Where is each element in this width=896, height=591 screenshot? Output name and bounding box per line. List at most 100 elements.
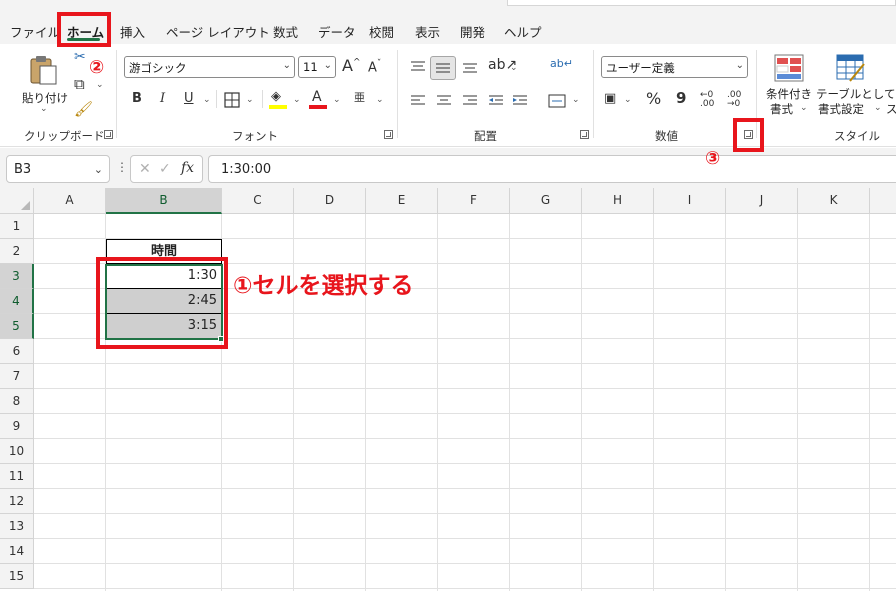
select-all-button[interactable]: [0, 188, 34, 214]
row-header-13[interactable]: 13: [0, 514, 34, 539]
row-header-15[interactable]: 15: [0, 564, 34, 589]
cell-styles-button[interactable]: ス: [886, 101, 896, 117]
font-name-select[interactable]: 游ゴシック ⌄: [124, 56, 295, 78]
chevron-down-icon[interactable]: ⌄: [203, 95, 211, 105]
column-header-d[interactable]: D: [294, 188, 366, 214]
chevron-down-icon[interactable]: ⌄: [246, 95, 254, 105]
conditional-formatting-button[interactable]: 条件付き 書式 ⌄: [764, 52, 814, 116]
align-left-icon[interactable]: [410, 94, 426, 108]
column-header-k[interactable]: K: [798, 188, 870, 214]
comma-style-button[interactable]: 9: [676, 91, 686, 106]
column-header-g[interactable]: G: [510, 188, 582, 214]
italic-button[interactable]: I: [160, 92, 165, 105]
cell-b2-header[interactable]: 時間: [106, 239, 222, 264]
tab-help[interactable]: ヘルプ: [504, 22, 542, 41]
row-header-6[interactable]: 6: [0, 339, 34, 364]
column-header-h[interactable]: H: [582, 188, 654, 214]
wrap-text-icon[interactable]: ab↵: [550, 58, 573, 69]
chevron-down-icon[interactable]: ⌄: [333, 95, 341, 105]
search-box[interactable]: [507, 0, 896, 6]
column-header-f[interactable]: F: [438, 188, 510, 214]
percent-style-button[interactable]: %: [646, 91, 661, 107]
copy-icon[interactable]: ⧉: [74, 77, 85, 92]
format-as-table-button[interactable]: テーブルとして 書式設定 ⌄: [816, 52, 895, 116]
row-header-4[interactable]: 4: [0, 289, 34, 314]
bold-button[interactable]: B: [132, 92, 142, 105]
number-format-dialog-launcher[interactable]: [744, 130, 753, 139]
phonetic-guide-icon[interactable]: 亜: [354, 92, 365, 103]
column-header-i[interactable]: I: [654, 188, 726, 214]
fill-color-button[interactable]: ◈: [268, 90, 290, 110]
gridline: [34, 513, 896, 514]
accounting-format-icon[interactable]: ▣: [604, 92, 616, 105]
step-1-label: ①セルを選択する: [233, 273, 414, 299]
font-dialog-launcher[interactable]: [384, 130, 393, 139]
insert-function-button[interactable]: fx: [181, 160, 194, 176]
gridline: [34, 538, 896, 539]
row-header-10[interactable]: 10: [0, 439, 34, 464]
font-size-value: 11: [303, 60, 318, 74]
tab-review[interactable]: 校閲: [369, 22, 394, 41]
enter-icon[interactable]: ✓: [159, 161, 171, 177]
chevron-down-icon[interactable]: ⌄: [96, 80, 104, 90]
column-header-c[interactable]: C: [222, 188, 294, 214]
cancel-icon[interactable]: ✕: [139, 161, 151, 177]
row-header-7[interactable]: 7: [0, 364, 34, 389]
alignment-dialog-launcher[interactable]: [580, 130, 589, 139]
column-header-b[interactable]: B: [106, 188, 222, 214]
row-header-11[interactable]: 11: [0, 464, 34, 489]
scissors-icon[interactable]: ✂: [74, 50, 86, 64]
font-color-button[interactable]: A: [308, 90, 330, 110]
column-header-a[interactable]: A: [34, 188, 106, 214]
font-size-select[interactable]: 11 ⌄: [298, 56, 336, 78]
decrease-decimal-icon[interactable]: .00 →0: [727, 91, 741, 109]
conditional-formatting-label-1: 条件付き: [766, 87, 812, 101]
cell-b3[interactable]: 1:30: [106, 264, 222, 289]
tab-page-layout[interactable]: ページ レイアウト: [166, 22, 270, 41]
brush-icon[interactable]: 🖌: [74, 102, 93, 117]
column-header-j[interactable]: J: [726, 188, 798, 214]
align-right-icon[interactable]: [462, 94, 478, 108]
align-top-icon[interactable]: [410, 60, 426, 74]
cell-b4[interactable]: 2:45: [106, 289, 222, 314]
border-icon[interactable]: [224, 92, 240, 108]
row-header-3[interactable]: 3: [0, 264, 34, 289]
decrease-font-size-icon[interactable]: Aˇ: [368, 60, 381, 75]
row-header-9[interactable]: 9: [0, 414, 34, 439]
chevron-down-icon[interactable]: ⌄: [293, 95, 301, 105]
number-format-select[interactable]: ユーザー定義 ⌄: [601, 56, 748, 78]
chevron-down-icon[interactable]: ⌄: [376, 95, 384, 105]
row-header-12[interactable]: 12: [0, 489, 34, 514]
align-bottom-icon[interactable]: [462, 60, 478, 74]
row-header-14[interactable]: 14: [0, 539, 34, 564]
decrease-indent-icon[interactable]: [488, 94, 504, 108]
formula-input[interactable]: 1:30:00: [208, 155, 896, 183]
tab-data[interactable]: データ: [318, 22, 356, 41]
column-header-e[interactable]: E: [366, 188, 438, 214]
paste-button[interactable]: 貼り付け ⌄: [20, 52, 68, 114]
row-header-5[interactable]: 5: [0, 314, 34, 339]
increase-decimal-icon[interactable]: ←0.00: [700, 91, 714, 109]
tab-insert[interactable]: 挿入: [120, 22, 145, 41]
name-box[interactable]: B3 ⌄: [6, 155, 110, 183]
increase-font-size-icon[interactable]: A^: [342, 58, 361, 74]
merge-center-icon[interactable]: [548, 94, 566, 108]
tab-formulas[interactable]: 数式: [273, 22, 298, 41]
chevron-down-icon[interactable]: ⌄: [510, 63, 518, 73]
tab-file[interactable]: ファイル: [10, 22, 60, 41]
chevron-down-icon[interactable]: ⌄: [572, 95, 580, 105]
more-options-icon[interactable]: ⋮: [116, 160, 128, 174]
row-header-1[interactable]: 1: [0, 214, 34, 239]
clipboard-dialog-launcher[interactable]: [104, 130, 113, 139]
align-middle-button[interactable]: [430, 56, 456, 80]
tab-view[interactable]: 表示: [415, 22, 440, 41]
align-center-icon[interactable]: [436, 94, 452, 108]
fill-handle[interactable]: [218, 336, 224, 342]
increase-indent-icon[interactable]: [512, 94, 528, 108]
row-header-8[interactable]: 8: [0, 389, 34, 414]
cell-b5[interactable]: 3:15: [106, 314, 222, 339]
row-header-2[interactable]: 2: [0, 239, 34, 264]
chevron-down-icon[interactable]: ⌄: [624, 95, 632, 105]
tab-developer[interactable]: 開発: [460, 22, 485, 41]
underline-button[interactable]: U: [184, 92, 194, 105]
